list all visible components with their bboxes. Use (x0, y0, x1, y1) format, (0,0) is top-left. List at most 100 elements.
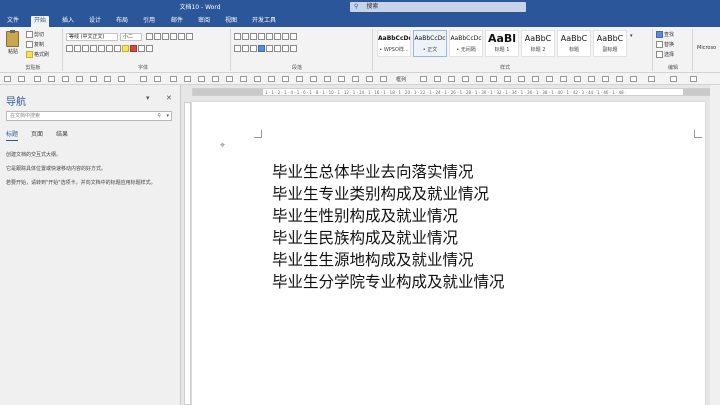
doc-paragraph[interactable]: 毕业生分学院专业构成及就业情况 (272, 271, 505, 293)
toolbar-icon[interactable] (254, 76, 261, 82)
find-button[interactable]: 查找 (656, 31, 674, 38)
superscript-icon[interactable] (106, 45, 113, 52)
toolbar-icon[interactable] (616, 76, 623, 82)
nav-tab-headings[interactable]: 标题 (6, 129, 19, 141)
style-normal[interactable]: AaBbCcDc • 正文 (413, 30, 447, 57)
toolbar-icon[interactable] (4, 76, 11, 82)
grow-font-icon[interactable] (146, 33, 153, 40)
bold-icon[interactable] (66, 45, 73, 52)
char-border-icon[interactable] (186, 33, 193, 40)
toolbar-icon[interactable] (630, 76, 637, 82)
toolbar-icon[interactable] (268, 76, 275, 82)
highlight-icon[interactable] (122, 45, 129, 52)
toolbar-icon[interactable] (62, 76, 69, 82)
decrease-indent-icon[interactable] (258, 33, 265, 40)
vertical-scrollbar[interactable] (710, 85, 720, 405)
borders-icon[interactable] (290, 45, 297, 52)
sort-icon[interactable] (282, 33, 289, 40)
nav-tab-results[interactable]: 结果 (56, 129, 68, 138)
tab-layout[interactable]: 布局 (113, 16, 131, 27)
line-spacing-icon[interactable] (274, 45, 281, 52)
justify-icon[interactable] (258, 45, 265, 52)
undo-icon[interactable] (140, 76, 147, 82)
toolbar-icon[interactable] (588, 76, 595, 82)
microsoft-addin-button[interactable]: Microso (697, 45, 716, 51)
shading-icon[interactable] (282, 45, 289, 52)
document-body[interactable]: 毕业生总体毕业去向落实情况 毕业生专业类别构成及就业情况 毕业生性别构成及就业情… (272, 161, 505, 293)
multilevel-list-icon[interactable] (250, 33, 257, 40)
toolbar-icon[interactable] (448, 76, 455, 82)
toolbar-icon[interactable] (90, 76, 97, 82)
align-left-icon[interactable] (234, 45, 241, 52)
paste-icon[interactable] (6, 30, 19, 47)
columns-button[interactable]: 框列 (396, 76, 406, 83)
nav-search-input[interactable]: 在文档中搜索 ⚲ ▾ (6, 111, 172, 121)
align-center-icon[interactable] (242, 45, 249, 52)
toolbar-icon[interactable] (462, 76, 469, 82)
text-effects-icon[interactable] (114, 45, 121, 52)
distributed-icon[interactable] (266, 45, 273, 52)
toolbar-icon[interactable] (690, 76, 697, 82)
tab-file[interactable]: 文件 (4, 16, 22, 27)
toolbar-icon[interactable] (212, 76, 219, 82)
toolbar-icon[interactable] (104, 76, 111, 82)
toolbar-icon[interactable] (48, 76, 55, 82)
tab-developer[interactable]: 开发工具 (249, 16, 279, 27)
toolbar-icon[interactable] (420, 76, 427, 82)
horizontal-ruler[interactable]: 1 · 1 · 2 · 1 · 4 · 1 · 6 · 1 · 8 · 1 · … (192, 88, 720, 96)
enclose-char-icon[interactable] (146, 45, 153, 52)
toolbar-icon[interactable] (18, 76, 25, 82)
align-right-icon[interactable] (250, 45, 257, 52)
toolbar-icon[interactable] (296, 76, 303, 82)
show-marks-icon[interactable] (290, 33, 297, 40)
doc-paragraph[interactable]: 毕业生民族构成及就业情况 (272, 227, 505, 249)
toolbar-icon[interactable] (184, 76, 191, 82)
tab-references[interactable]: 引用 (140, 16, 158, 27)
paste-button[interactable]: 粘贴 (8, 48, 18, 55)
tab-design[interactable]: 设计 (86, 16, 104, 27)
numbering-icon[interactable] (242, 33, 249, 40)
toolbar-icon[interactable] (574, 76, 581, 82)
font-size-select[interactable]: 小二 (120, 33, 142, 41)
close-icon[interactable]: ✕ (166, 94, 172, 102)
chevron-down-icon[interactable]: ▾ (166, 112, 169, 121)
toolbar-icon[interactable] (338, 76, 345, 82)
replace-button[interactable]: 替换 (656, 41, 674, 48)
shrink-font-icon[interactable] (154, 33, 161, 40)
vertical-ruler[interactable] (184, 102, 191, 405)
toolbar-icon[interactable] (504, 76, 511, 82)
font-name-select[interactable]: 等线 (中文正文) (66, 33, 118, 41)
toolbar-icon[interactable] (282, 76, 289, 82)
tab-insert[interactable]: 插入 (59, 16, 77, 27)
phonetic-icon[interactable] (178, 33, 185, 40)
change-case-icon[interactable] (162, 33, 169, 40)
select-button[interactable]: 选择 (656, 51, 674, 58)
toolbar-icon[interactable] (366, 76, 373, 82)
toolbar-icon[interactable] (490, 76, 497, 82)
toolbar-icon[interactable] (602, 76, 609, 82)
toolbar-icon[interactable] (518, 76, 525, 82)
tab-mailings[interactable]: 邮件 (168, 16, 186, 27)
increase-indent-icon[interactable] (266, 33, 273, 40)
tab-view[interactable]: 视图 (222, 16, 240, 27)
styles-scroll[interactable]: ▾ (630, 33, 633, 39)
toolbar-icon[interactable] (240, 76, 247, 82)
chinese-layout-icon[interactable] (274, 33, 281, 40)
format-painter-button[interactable]: 格式刷 (26, 51, 49, 58)
underline-icon[interactable] (82, 45, 89, 52)
style-wpso[interactable]: AaBbCcDd • WPSO样... (377, 30, 411, 57)
toolbar-icon[interactable] (648, 76, 655, 82)
toolbar-icon[interactable] (546, 76, 553, 82)
document-page[interactable]: 毕业生总体毕业去向落实情况 毕业生专业类别构成及就业情况 毕业生性别构成及就业情… (192, 102, 705, 405)
toolbar-icon[interactable] (560, 76, 567, 82)
chevron-down-icon[interactable]: ▾ (146, 94, 150, 102)
style-heading-1[interactable]: AaBl 标题 1 (485, 30, 519, 57)
strikethrough-icon[interactable] (90, 45, 97, 52)
toolbar-icon[interactable] (118, 76, 125, 82)
toolbar-icon[interactable] (352, 76, 359, 82)
font-color-icon[interactable] (130, 45, 137, 52)
style-no-spacing[interactable]: AaBbCcDc • 无间隔 (449, 30, 483, 57)
search-icon[interactable]: ⚲ (157, 112, 161, 121)
cut-button[interactable]: 剪切 (26, 31, 44, 38)
style-subtitle[interactable]: AaBbC 副标题 (593, 30, 627, 57)
